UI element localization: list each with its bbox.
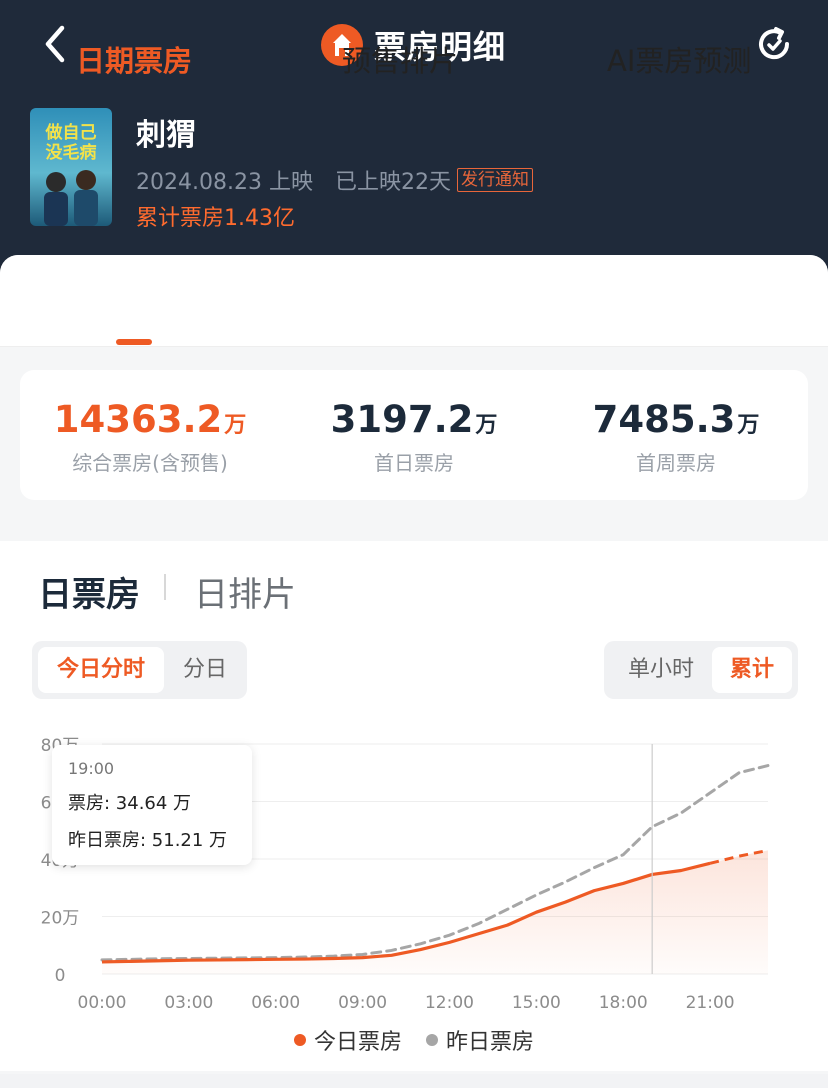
stat-first-day-value: 3197.2 <box>330 398 474 441</box>
toggle-by-day[interactable]: 分日 <box>170 647 240 693</box>
legend-dot-yesterday <box>426 1034 438 1046</box>
y-tick-label: 0 <box>55 966 66 986</box>
x-tick-label: 09:00 <box>338 993 387 1013</box>
stat-first-week: 7485.3万 首周票房 <box>546 398 806 476</box>
main-tabs <box>0 255 828 347</box>
active-tab-indicator <box>116 339 152 345</box>
stat-first-day: 3197.2万 首日票房 <box>284 398 544 476</box>
x-tick-label: 21:00 <box>686 993 735 1013</box>
stat-first-week-unit: 万 <box>737 413 760 438</box>
poster-text-1: 做自己 <box>45 122 97 143</box>
legend-label-yesterday: 昨日票房 <box>446 1030 535 1055</box>
value-mode-toggle: 单小时 累计 <box>604 641 798 699</box>
legend-dot-today <box>293 1034 306 1046</box>
back-chevron-icon[interactable] <box>36 22 76 66</box>
time-granularity-toggle: 今日分时 分日 <box>32 641 247 699</box>
bottom-spacer <box>0 1074 828 1088</box>
movie-poster[interactable]: 做自己 没毛病 <box>30 108 112 226</box>
tab-ai-forecast[interactable]: AI票房预测 <box>607 38 751 80</box>
legend-item-today[interactable]: 今日票房 <box>293 1024 402 1056</box>
cumulative-box-office: 累计票房1.43亿 <box>136 206 295 231</box>
stat-first-day-unit: 万 <box>475 413 498 438</box>
toggle-today-hourly[interactable]: 今日分时 <box>38 647 164 693</box>
tooltip-yesterday: 昨日票房: 51.21 万 <box>68 830 228 851</box>
x-tick-label: 15:00 <box>512 993 561 1013</box>
tooltip-time: 19:00 <box>68 759 115 778</box>
chart-legend: 今日票房 昨日票房 <box>0 1024 828 1056</box>
x-tick-label: 03:00 <box>164 993 213 1013</box>
movie-meta: 2024.08.23 上映 已上映22天 发行通知 <box>136 164 533 196</box>
x-tick-label: 18:00 <box>599 993 648 1013</box>
x-tick-label: 00:00 <box>78 993 127 1013</box>
release-notice-badge[interactable]: 发行通知 <box>456 168 533 192</box>
stat-total: 14363.2万 综合票房(含预售) <box>20 398 280 476</box>
stat-total-unit: 万 <box>224 413 247 438</box>
movie-title: 刺猬 <box>136 118 196 153</box>
tooltip-today: 票房: 34.64 万 <box>68 793 192 814</box>
stat-first-week-label: 首周票房 <box>636 451 716 475</box>
chart-tooltip: 19:00 票房: 34.64 万 昨日票房: 51.21 万 <box>52 745 252 865</box>
section-tab-divider <box>164 574 166 600</box>
stat-total-label: 综合票房(含预售) <box>72 451 228 475</box>
section-tab-daily-schedule[interactable]: 日排片 <box>194 567 296 616</box>
poster-text-2: 没毛病 <box>46 142 97 163</box>
x-tick-label: 12:00 <box>425 993 474 1013</box>
section-tab-daily-box-office[interactable]: 日票房 <box>38 567 140 616</box>
stat-total-value: 14363.2 <box>53 398 223 441</box>
tab-daily-box-office[interactable]: 日期票房 <box>76 38 192 80</box>
legend-item-yesterday[interactable]: 昨日票房 <box>426 1024 534 1056</box>
stat-first-day-label: 首日票房 <box>374 451 454 475</box>
x-tick-label: 06:00 <box>251 993 300 1013</box>
refresh-icon[interactable] <box>754 24 794 64</box>
release-date: 2024.08.23 上映 <box>136 170 313 195</box>
y-tick-label: 20万 <box>41 909 80 929</box>
tab-presale-schedule[interactable]: 预售排片 <box>342 38 458 80</box>
toggle-single-hour[interactable]: 单小时 <box>614 647 708 693</box>
stat-first-week-value: 7485.3 <box>592 398 736 441</box>
days-showing: 已上映22天 <box>334 170 451 195</box>
today-area-fill <box>102 850 768 974</box>
toggle-cumulative[interactable]: 累计 <box>712 647 792 693</box>
legend-label-today: 今日票房 <box>313 1030 402 1055</box>
